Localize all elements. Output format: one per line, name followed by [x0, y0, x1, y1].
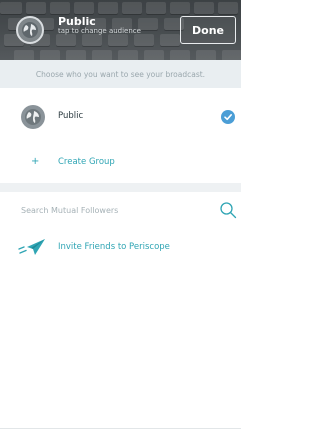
header-subtitle[interactable]: tap to change audience	[58, 27, 141, 35]
checkmark-icon	[221, 110, 235, 124]
search-bar	[0, 199, 241, 221]
create-group-button[interactable]: + Create Group	[0, 150, 241, 174]
bottom-divider	[0, 428, 241, 429]
section-divider	[0, 183, 241, 192]
search-input[interactable]	[21, 202, 206, 218]
public-option-label: Public	[58, 111, 84, 121]
plus-icon: +	[31, 156, 40, 167]
done-button[interactable]: Done	[180, 16, 236, 44]
instruction-banner: Choose who you want to see your broadcas…	[0, 60, 241, 88]
audience-picker-screen: Public tap to change audience Done Choos…	[0, 0, 241, 430]
header: Public tap to change audience Done	[0, 0, 241, 60]
invite-friends-button[interactable]: Invite Friends to Periscope	[0, 236, 241, 258]
search-icon[interactable]	[219, 201, 237, 219]
audience-option-public[interactable]: Public	[0, 100, 241, 134]
invite-friends-label: Invite Friends to Periscope	[58, 242, 170, 252]
paper-plane-icon	[18, 239, 45, 255]
globe-icon[interactable]	[16, 16, 44, 44]
create-group-label: Create Group	[58, 157, 115, 167]
globe-icon	[21, 105, 45, 129]
